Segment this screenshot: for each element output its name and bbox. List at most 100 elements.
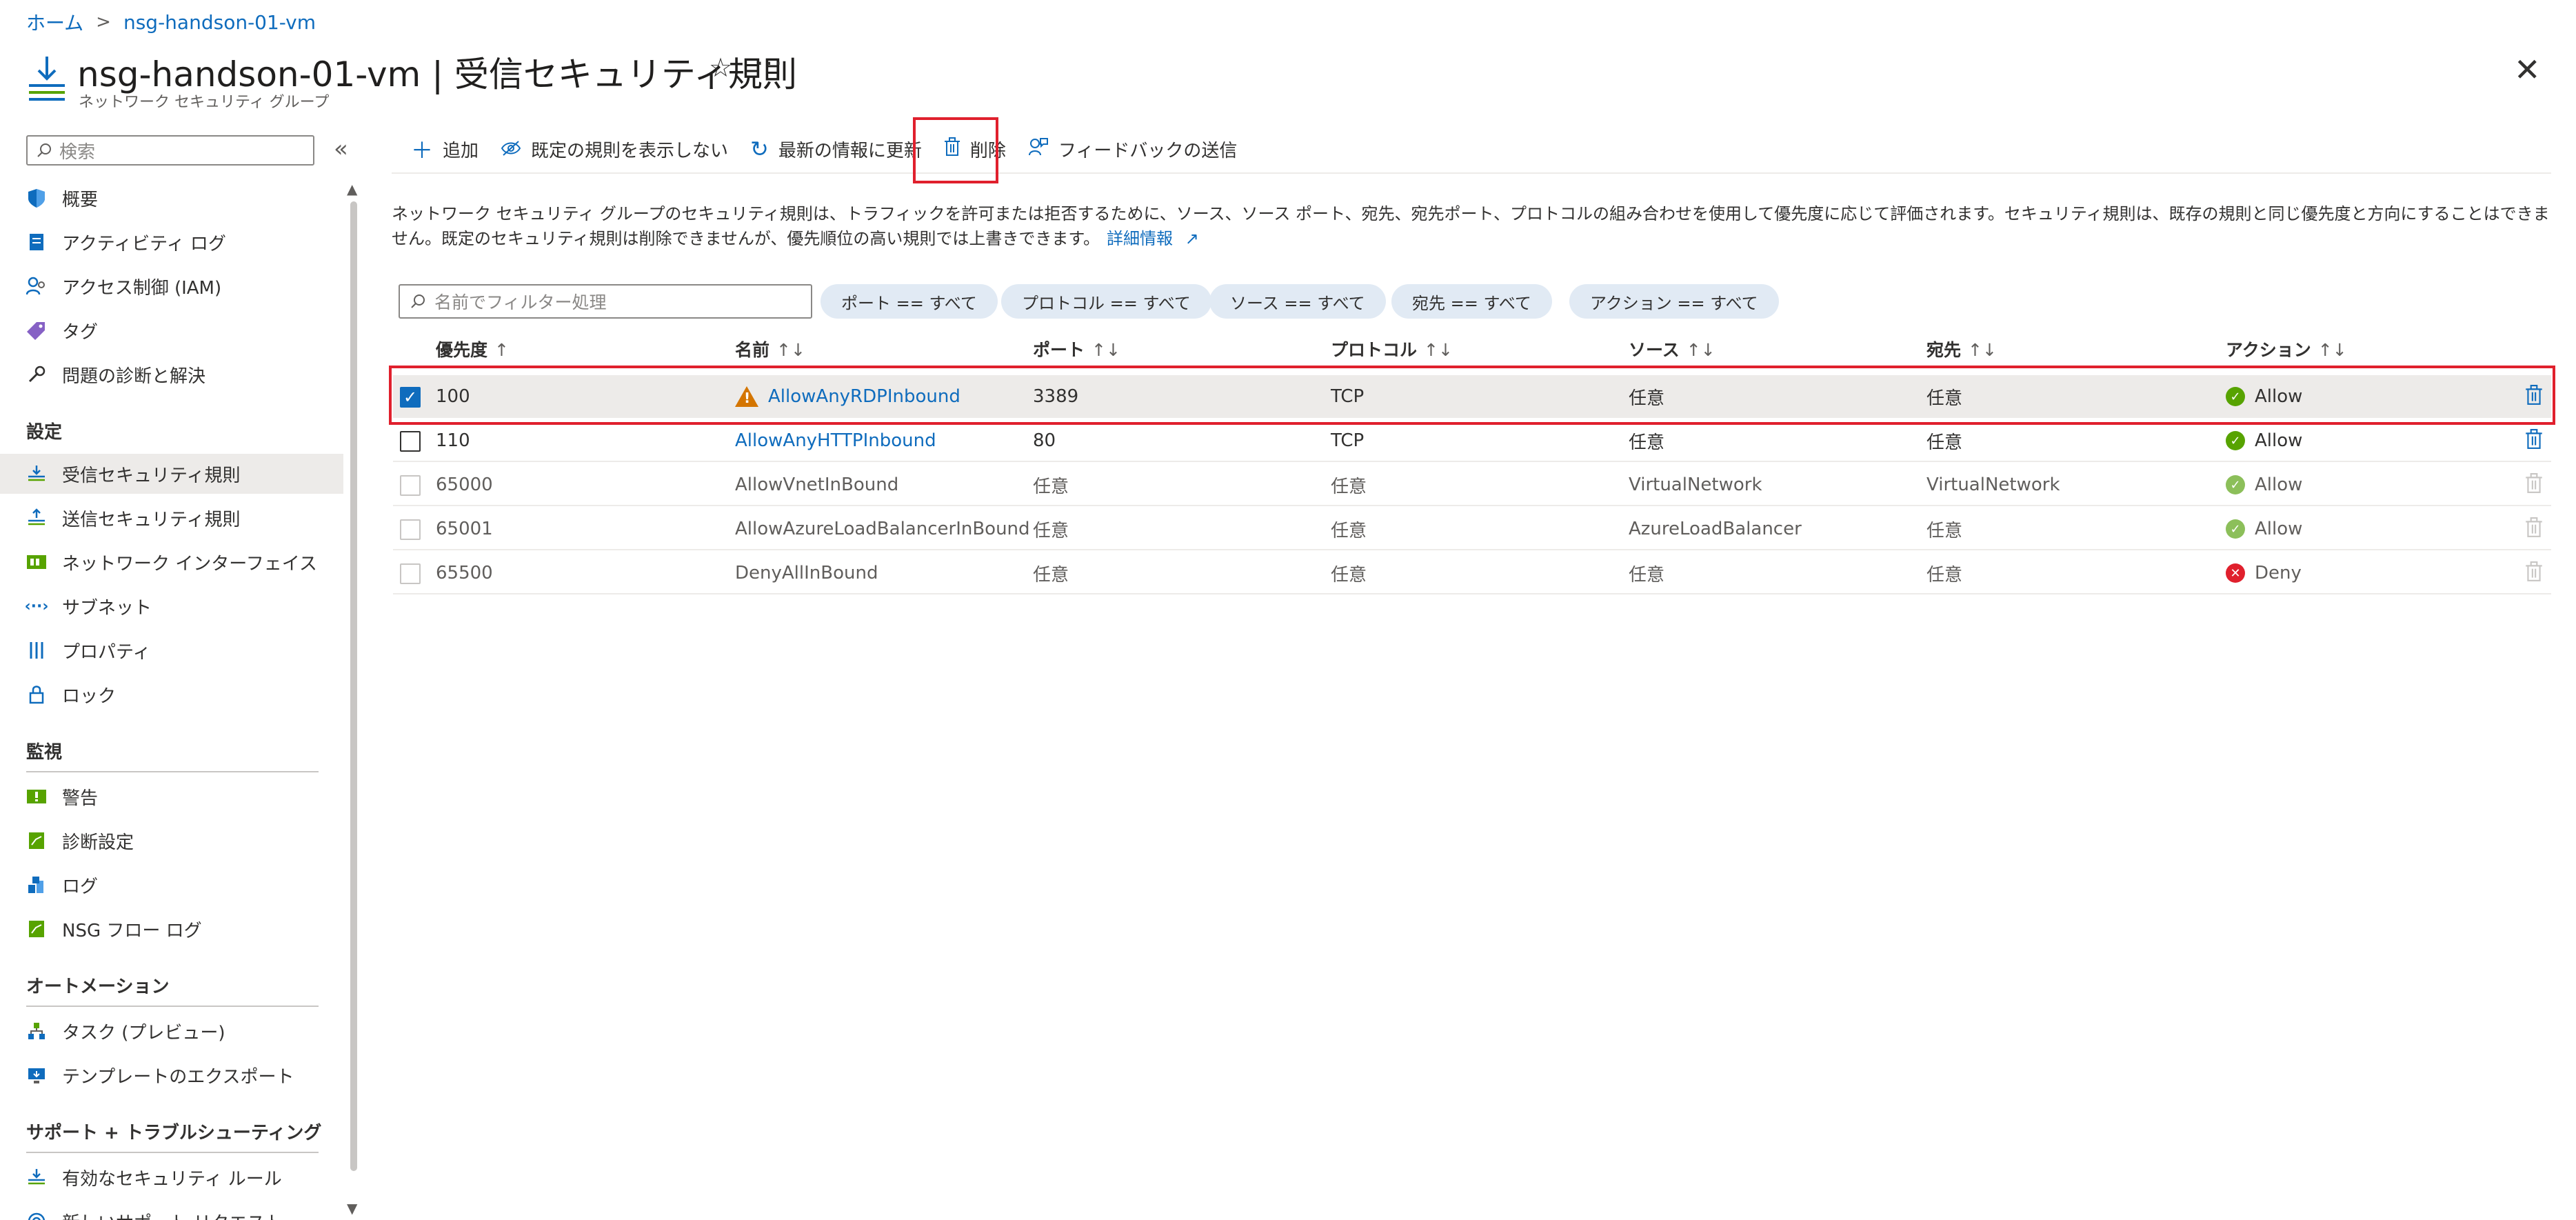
cell-protocol: TCP [1331,430,1365,451]
sidebar-item-export-template[interactable]: テンプレートのエクスポート [26,1055,294,1095]
description-body: ネットワーク セキュリティ グループのセキュリティ規則は、トラフィックを許可また… [392,204,2550,248]
breadcrumb: ホーム > nsg-handson-01-vm [26,8,316,36]
sidebar-item-label: ネットワーク インターフェイス [62,553,317,574]
support-icon [26,1211,47,1220]
breadcrumb-home-link[interactable]: ホーム [26,8,83,36]
sidebar-item-outbound-rules[interactable]: 送信セキュリティ規則 [26,498,240,538]
scroll-down-icon[interactable]: ▼ [347,1200,357,1217]
delete-row-icon[interactable] [2525,429,2543,455]
export-template-icon [26,1065,47,1086]
sidebar-item-tasks[interactable]: タスク (プレビュー) [26,1011,225,1051]
cell-name: AllowAnyHTTPInbound [735,419,936,462]
cell-source: AzureLoadBalancer [1629,519,1802,539]
cell-destination: VirtualNetwork [1926,474,2060,495]
sidebar-item-label: アクティビティ ログ [62,233,226,254]
sidebar-item-network-interface[interactable]: ネットワーク インターフェイス [26,542,317,582]
sidebar-item-logs[interactable]: ログ [26,865,98,905]
send-feedback-label: フィードバックの送信 [1058,140,1238,161]
column-header-protocol[interactable]: プロトコル ↑↓ [1331,337,1453,361]
sort-icon: ↑↓ [776,340,805,360]
description-text: ネットワーク セキュリティ グループのセキュリティ規則は、トラフィックを許可また… [392,201,2550,251]
sidebar-item-tags[interactable]: タグ [26,310,98,350]
tag-icon [26,320,47,341]
column-header-name[interactable]: 名前 ↑↓ [735,337,805,361]
favorite-star-icon[interactable]: ☆ [709,52,732,83]
close-icon[interactable]: ✕ [2514,51,2541,88]
search-icon [411,294,425,308]
sidebar-item-activity-log[interactable]: アクティビティ ログ [26,222,226,262]
refresh-button[interactable]: ↻ 最新の情報に更新 [739,130,933,168]
allow-check-icon: ✓ [2226,519,2245,539]
scroll-up-icon[interactable]: ▲ [347,181,357,197]
refresh-icon: ↻ [750,136,769,162]
row-checkbox[interactable] [400,431,421,452]
column-header-source[interactable]: ソース ↑↓ [1629,337,1715,361]
sidebar-item-diagnostic-settings[interactable]: 診断設定 [26,821,134,861]
sidebar-item-label: テンプレートのエクスポート [62,1066,294,1088]
cell-name: AllowAzureLoadBalancerInBound [735,519,1030,539]
sidebar-item-label: ロック [62,686,117,707]
action-label: Deny [2255,563,2302,583]
hide-eye-icon [501,136,521,162]
sidebar-item-nsg-flow-logs[interactable]: NSG フロー ログ [26,909,202,949]
flow-log-icon [26,919,47,939]
sidebar-item-label: NSG フロー ログ [62,920,202,941]
send-feedback-button[interactable]: フィードバックの送信 [1017,130,1248,168]
name-filter-placeholder: 名前でフィルター処理 [434,292,607,312]
page-subtitle: ネットワーク セキュリティ グループ [79,94,330,111]
cell-source: 任意 [1629,432,1665,453]
sidebar-item-locks[interactable]: ロック [26,674,116,714]
sort-ascending-icon: ↑ [494,340,509,360]
deny-x-icon: ✕ [2226,563,2245,583]
sidebar-item-label: タグ [62,321,99,343]
sidebar-item-effective-rules[interactable]: 有効なセキュリティ ルール [26,1157,282,1197]
sidebar-scrollbar[interactable] [350,201,357,1171]
sidebar-item-diagnose[interactable]: 問題の診断と解決 [26,354,205,394]
logs-icon [26,874,47,895]
breadcrumb-current-link[interactable]: nsg-handson-01-vm [123,11,316,34]
column-header-label: プロトコル [1331,340,1418,360]
tasks-icon [26,1021,47,1041]
filter-pill-protocol[interactable]: プロトコル == すべて [1001,284,1211,319]
sidebar-section-support: サポート + トラブルシューティング [26,1123,322,1143]
filter-pill-action[interactable]: アクション == すべて [1569,284,1779,319]
sidebar-item-label: タスク (プレビュー) [62,1022,225,1043]
name-filter-input[interactable]: 名前でフィルター処理 [399,284,812,319]
sidebar-item-label: 有効なセキュリティ ルール [62,1168,282,1190]
rule-name-link[interactable]: AllowAnyHTTPInbound [735,430,936,451]
cell-action: ✓ Allow [2226,463,2302,506]
search-icon [37,143,51,157]
sidebar-item-new-support-request[interactable]: 新しいサポート リクエスト [26,1201,283,1220]
selected-row-highlight-box [389,366,2555,425]
learn-more-link[interactable]: 詳細情報 [1107,229,1173,248]
column-header-priority[interactable]: 優先度 ↑ [436,337,509,361]
action-label: Allow [2255,474,2303,495]
add-button[interactable]: ＋ 追加 [400,130,490,168]
sidebar-item-label: 警告 [62,788,99,809]
sidebar-item-inbound-rules[interactable]: 受信セキュリティ規則 [0,454,343,494]
sidebar-menu: 概要 アクティビティ ログ アクセス制御 (IAM) タグ 問題の診断と解決 設… [0,178,345,1220]
filter-pill-source[interactable]: ソース == すべて [1209,284,1386,319]
sidebar-item-subnets[interactable]: ‹··› サブネット [25,586,152,626]
more-options-icon[interactable]: ··· [756,50,783,78]
external-link-icon: ↗ [1185,229,1199,248]
collapse-sidebar-icon[interactable]: « [334,135,348,163]
diagnostic-settings-icon [26,830,47,851]
sidebar-item-properties[interactable]: プロパティ [26,630,150,670]
sidebar-item-alerts[interactable]: 警告 [26,777,98,817]
hide-default-rules-button[interactable]: 既定の規則を表示しない [490,130,739,168]
cell-port: 任意 [1033,564,1069,586]
filter-pill-destination[interactable]: 宛先 == すべて [1391,284,1552,319]
sidebar-item-iam[interactable]: アクセス制御 (IAM) [26,266,221,306]
sidebar-search-input[interactable]: 検索 [26,135,314,166]
filter-pill-port[interactable]: ポート == すべて [821,284,998,319]
sidebar-section-automation: オートメーション [26,977,170,997]
sidebar-item-label: アクセス制御 (IAM) [62,277,222,299]
column-header-port[interactable]: ポート ↑↓ [1033,337,1120,361]
cell-protocol: 任意 [1331,476,1367,497]
table-row[interactable]: 110 AllowAnyHTTPInbound 80 TCP 任意 任意 ✓ A… [393,419,2551,462]
column-header-destination[interactable]: 宛先 ↑↓ [1926,337,1997,361]
column-header-action[interactable]: アクション ↑↓ [2226,337,2347,361]
sidebar-item-overview[interactable]: 概要 [26,178,98,218]
outbound-rules-icon [26,508,47,528]
